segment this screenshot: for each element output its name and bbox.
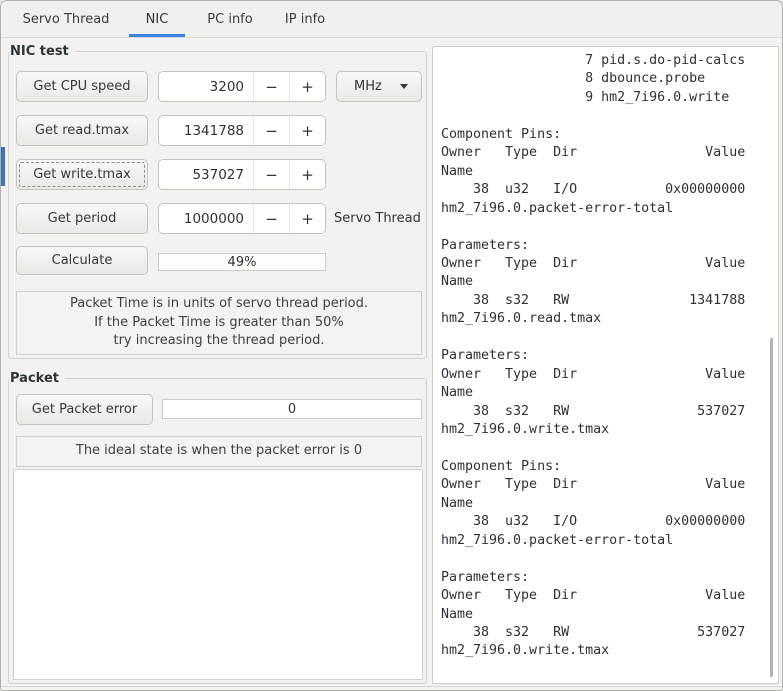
tab-nic[interactable]: NIC — [129, 1, 185, 37]
packet-output-area[interactable] — [13, 469, 423, 680]
output-line: Name — [441, 274, 474, 290]
output-line: Owner Type Dir Value — [441, 588, 746, 604]
output-line: 8 dbounce.probe — [441, 71, 706, 87]
app-window: Servo Thread NIC PC info IP info NIC tes… — [0, 0, 783, 691]
packet-time-note-line1: Packet Time is in units of servo thread … — [69, 296, 369, 312]
output-line: Name — [441, 163, 474, 179]
output-line: hm2_7i96.0.write.tmax — [441, 643, 610, 659]
packet-error-note-line: The ideal state is when the packet error… — [75, 443, 363, 459]
output-line: Owner Type Dir Value — [441, 255, 746, 271]
unit-combobox[interactable]: MHz — [336, 71, 422, 102]
output-line: hm2_7i96.0.packet-error-total — [441, 532, 674, 548]
cpu-speed-increment-button[interactable]: + — [289, 72, 325, 101]
output-line: Name — [441, 606, 474, 622]
output-line: 38 s32 RW 537027 — [441, 403, 746, 419]
output-line: 38 u32 I/O 0x00000000 — [441, 182, 746, 198]
get-write-tmax-button[interactable]: Get write.tmax — [16, 159, 148, 190]
output-line: hm2_7i96.0.write.tmax — [441, 422, 610, 438]
cpu-speed-value[interactable]: 3200 — [159, 72, 253, 101]
servo-thread-label: Servo Thread — [334, 211, 421, 226]
window-bottom-divider — [1, 686, 782, 687]
output-line: Component Pins: — [441, 126, 562, 142]
nic-test-group: NIC test Get CPU speed 3200 − + MHz Get … — [8, 43, 427, 359]
write-tmax-spinbox: 537027 − + — [158, 159, 326, 190]
output-line: Parameters: — [441, 348, 530, 364]
packet-time-note-line3: try increasing the thread period. — [113, 333, 325, 349]
output-line: Owner Type Dir Value — [441, 477, 746, 493]
output-line: Parameters: — [441, 237, 530, 253]
period-decrement-button[interactable]: − — [253, 204, 289, 233]
period-spinbox: 1000000 − + — [158, 203, 326, 234]
packet-time-note-line2: If the Packet Time is greater than 50% — [94, 314, 344, 330]
tab-bar: Servo Thread NIC PC info IP info — [1, 1, 782, 38]
get-read-tmax-button[interactable]: Get read.tmax — [16, 115, 148, 146]
packet-group-title: Packet — [9, 370, 65, 387]
output-line: 38 u32 I/O 0x00000000 — [441, 514, 746, 530]
tab-servo-thread[interactable]: Servo Thread — [9, 1, 123, 37]
read-tmax-spinbox: 1341788 − + — [158, 115, 326, 146]
calculate-button[interactable]: Calculate — [16, 246, 148, 275]
output-line: 9 hm2_7i96.0.write — [441, 89, 730, 105]
packet-time-percent-field[interactable]: 49% — [158, 253, 326, 271]
get-cpu-speed-button[interactable]: Get CPU speed — [16, 71, 148, 102]
cpu-speed-decrement-button[interactable]: − — [253, 72, 289, 101]
get-packet-error-button[interactable]: Get Packet error — [16, 394, 153, 425]
output-line: Name — [441, 495, 474, 511]
read-tmax-increment-button[interactable]: + — [289, 116, 325, 145]
output-scrollbar[interactable] — [770, 338, 773, 677]
output-line: 38 s32 RW 537027 — [441, 624, 746, 640]
packet-error-note: The ideal state is when the packet error… — [16, 436, 422, 467]
packet-time-note: Packet Time is in units of servo thread … — [16, 291, 422, 355]
output-line: Name — [441, 385, 474, 401]
unit-combobox-value: MHz — [354, 79, 382, 94]
cpu-speed-spinbox: 3200 − + — [158, 71, 326, 102]
output-line: hm2_7i96.0.read.tmax — [441, 311, 602, 327]
write-tmax-value[interactable]: 537027 — [159, 160, 253, 189]
tab-pc-info[interactable]: PC info — [197, 1, 263, 37]
write-tmax-decrement-button[interactable]: − — [253, 160, 289, 189]
read-tmax-decrement-button[interactable]: − — [253, 116, 289, 145]
period-increment-button[interactable]: + — [289, 204, 325, 233]
chevron-down-icon — [400, 84, 408, 89]
packet-group: Packet Get Packet error 0 The ideal stat… — [8, 370, 427, 684]
output-line: Parameters: — [441, 569, 530, 585]
tab-ip-info[interactable]: IP info — [273, 1, 337, 37]
output-line: Component Pins: — [441, 458, 562, 474]
output-line: 7 pid.s.do-pid-calcs — [441, 53, 746, 68]
get-period-button[interactable]: Get period — [16, 203, 148, 234]
output-line: Owner Type Dir Value — [441, 145, 746, 161]
output-line: Owner Type Dir Value — [441, 366, 746, 382]
write-tmax-increment-button[interactable]: + — [289, 160, 325, 189]
left-edge-accent — [1, 147, 5, 186]
hal-output-panel[interactable]: 7 pid.s.do-pid-calcs 8 dbounce.probe 9 h… — [432, 46, 779, 684]
nic-test-group-title: NIC test — [9, 43, 75, 60]
packet-error-field[interactable]: 0 — [162, 399, 422, 419]
output-line: 38 s32 RW 1341788 — [441, 292, 746, 308]
period-value[interactable]: 1000000 — [159, 204, 253, 233]
read-tmax-value[interactable]: 1341788 — [159, 116, 253, 145]
output-line: hm2_7i96.0.packet-error-total — [441, 200, 674, 216]
